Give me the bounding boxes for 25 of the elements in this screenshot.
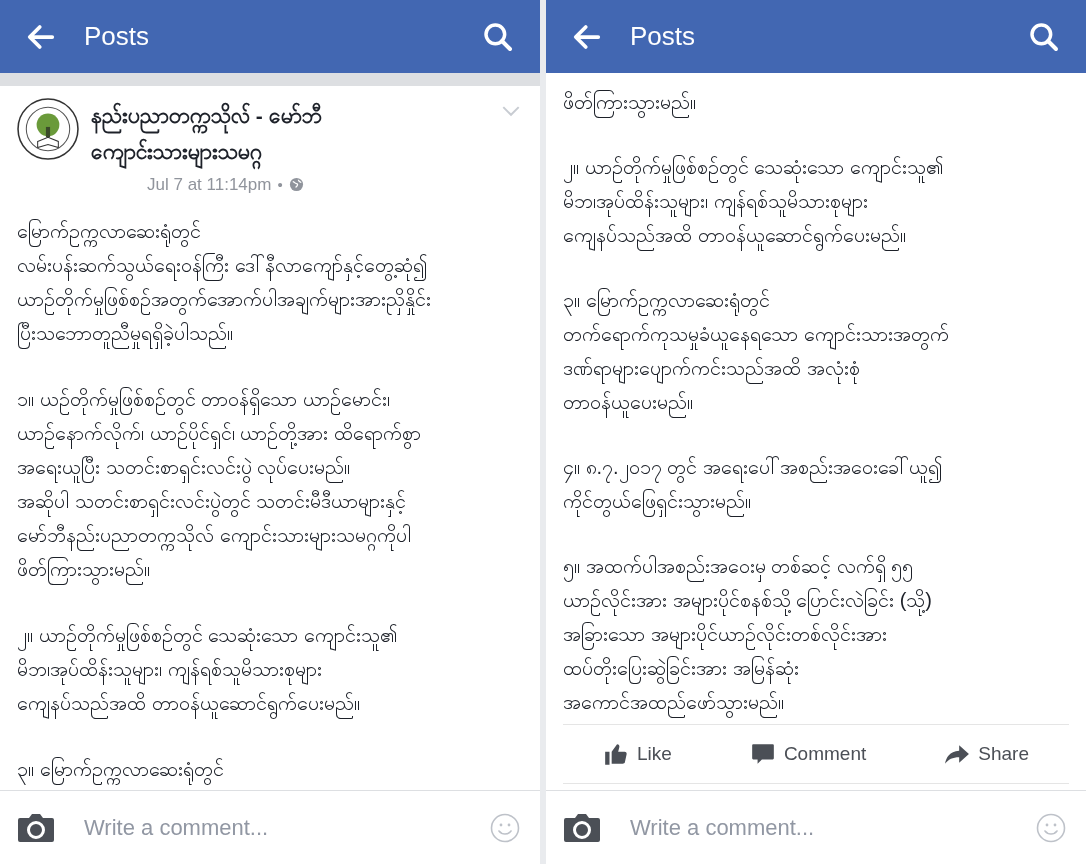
post-paragraph: ၃။ မြောက်ဥက္ကလာဆေးရုံတွင် တက်ရောက်ကုသမှုခံယူနေရသော ကျောင်းသားအတွက် ဒဏ်ရာများပျောက်ကင်းသည်အထိ အလုံးစုံ တာဝန်ယူပေးမည်။ bbox=[563, 283, 1069, 419]
post-paragraph: မြောက်ဥက္ကလာဆေးရုံတွင် လမ်းပန်းဆက်သွယ်ရေးဝန်ကြီး ဒေါ်နီလာကျော်နှင့်တွေ့ဆုံ၍ ယာဉ်တိုက်မှုဖြစ်စဉ်အတွက်အောက်ပါအချက်များအားညှိနှိုင်း ပြီးသဘောတူညီမှုရရှိခဲ့ပါသည်။ bbox=[17, 213, 523, 350]
post-paragraph: ၂။ ယာဉ်တိုက်မှုဖြစ်စဉ်တွင် သေဆုံးသော ကျောင်းသူ၏ မိဘ၊အုပ်ထိန်းသူများ၊ ကျန်ရစ်သူမိသားစုများ ကျေနပ်သည်အထိ တာဝန်ယူဆောင်ရွက်ပေးမည်။ bbox=[17, 617, 523, 720]
comment-button[interactable]: Comment bbox=[749, 739, 867, 769]
share-button[interactable]: Share bbox=[944, 739, 1029, 769]
post-paragraph: ၁။ ယဉ်တိုက်မှုဖြစ်စဉ်တွင် တာဝန်ရှိသော ယာဉ်မောင်း၊ ယာဉ်နောက်လိုက်၊ ယာဉ်ပိုင်ရှင်၊ ယာဉ်တို့အား ထိရောက်စွာ အရေးယူပြီး သတင်းစာရှင်းလင်းပွဲ လုပ်ပေးမည်။ အဆိုပါ သတင်းစာရှင်းလင်းပွဲတွင် သတင်းမီဒီယာများနှင့် မော်ဘီနည်းပညာတက္ကသိုလ် ကျောင်းသားများသမဂ္ဂကိုပါ ဖိတ်ကြားသွားမည်။ bbox=[17, 381, 523, 586]
page-name[interactable]: နည်းပညာတက္ကသိုလ် - မော်ဘီ ကျောင်းသားများသမဂ္ဂ bbox=[91, 98, 391, 170]
comment-field[interactable]: Write a comment... bbox=[84, 811, 490, 844]
page-logo bbox=[17, 98, 79, 160]
page-title: Posts bbox=[630, 20, 697, 53]
page-title: Posts bbox=[84, 20, 151, 53]
post-paragraph: ဖိတ်ကြားသွားမည်။ bbox=[563, 85, 1069, 119]
search-icon[interactable] bbox=[1028, 20, 1060, 53]
post-paragraph: ၂။ ယာဉ်တိုက်မှုဖြစ်စဉ်တွင် သေဆုံးသော ကျောင်းသူ၏ မိဘ၊အုပ်ထိန်းသူများ၊ ကျန်ရစ်သူမိသားစုများ ကျေနပ်သည်အထိ တာဝန်ယူဆောင်ရွက်ပေးမည်။ bbox=[563, 150, 1069, 252]
camera-icon[interactable] bbox=[563, 812, 601, 843]
search-icon[interactable] bbox=[482, 20, 514, 53]
separator-dot: • bbox=[277, 174, 283, 195]
comment-field[interactable]: Write a comment... bbox=[630, 811, 1036, 844]
thumbs-up-icon bbox=[603, 741, 629, 767]
post-paragraph: ၅။ အထက်ပါအစည်းအဝေးမှ တစ်ဆင့် လက်ရှိ ၅၅ ယာဉ်လိုင်းအား အများပိုင်စနစ်သို့ ပြောင်းလဲခြင်း (သို့) အခြားသော အများပိုင်ယာဉ်လိုင်းတစ်လိုင်းအား ထပ်တိုးပြေးဆွဲခြင်းအား အမြန်ဆုံး အကောင်အထည်ဖော်သွားမည်။ bbox=[563, 549, 1069, 719]
post-paragraph: ၃။ မြောက်ဥက္ကလာဆေးရုံတွင် bbox=[17, 751, 523, 786]
like-button[interactable]: Like bbox=[603, 739, 672, 769]
camera-icon[interactable] bbox=[17, 812, 55, 843]
post-paragraph: ၄။ ၈.၇.၂၀၁၇ တွင် အရေးပေါ်အစည်းအဝေးခေါ်ယူ၍ ကိုင်တွယ်ဖြေရှင်းသွားမည်။ bbox=[563, 450, 1069, 518]
globe-icon bbox=[288, 177, 304, 193]
